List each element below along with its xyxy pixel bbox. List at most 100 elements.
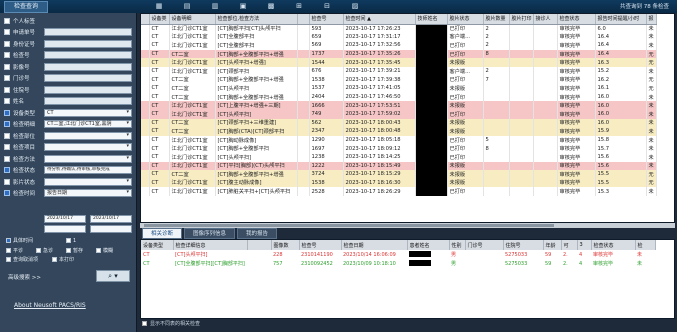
table-row[interactable]: CT CT二室 [CT]胸部+全腹部平扫+增强 3724 2023-10-17 18:1… xyxy=(141,170,657,179)
column-header[interactable]: 性别 xyxy=(449,240,466,250)
option-checkbox[interactable] xyxy=(6,238,11,243)
filter-checkbox[interactable] xyxy=(4,86,10,93)
table-row[interactable]: CT CT二室 [CT]头颅平扫 1537 2023-10-17 17:41:05 未报版… xyxy=(141,84,657,93)
option-checkbox[interactable] xyxy=(52,257,57,262)
filter-checkbox[interactable] xyxy=(4,178,10,185)
filter-checkbox[interactable] xyxy=(4,75,10,81)
date-to-input[interactable]: 2023/10/17 xyxy=(90,215,132,223)
filter-checkbox[interactable] xyxy=(4,17,10,24)
related-row[interactable]: CT [CT]头颅平扫] 228 2310141190 2023/10/14 16:06… xyxy=(141,250,655,259)
table-row[interactable]: CT CT二室 [CT]胸部+全腹部平扫+增强 1737 2023-10-17 17:3… xyxy=(141,49,657,59)
show-all-related-option[interactable]: 显示不同表的相关检查 xyxy=(142,320,200,327)
option-checkbox[interactable] xyxy=(6,248,11,253)
filter-select[interactable] xyxy=(44,143,132,151)
column-header[interactable] xyxy=(247,240,272,250)
table-row[interactable]: CT CT二室 [CT]颈部平扫+三维重建] 562 2023-10-17 18:00:… xyxy=(141,118,657,128)
table-row[interactable]: CT CT二室 [CT]胸部+全腹部平扫+增强 2404 2023-10-17 17:4… xyxy=(141,92,657,102)
filter-checkbox[interactable] xyxy=(4,121,10,127)
column-header[interactable]: 设备明细 xyxy=(169,14,216,25)
filter-input[interactable] xyxy=(44,39,132,48)
column-header[interactable]: 胶片打印 xyxy=(509,14,534,25)
table-row[interactable]: CT 江北门诊CT1室 [CT]腹主动脉成像] 1538 2023-10-17 18:1… xyxy=(141,178,657,188)
filter-input[interactable] xyxy=(44,62,132,71)
option-item[interactable]: 平诊 xyxy=(6,247,23,254)
filter-input[interactable] xyxy=(44,28,132,36)
column-header[interactable]: 检查号 xyxy=(299,240,342,250)
filter-select[interactable]: 报告日期 xyxy=(44,189,132,197)
filter-checkbox[interactable] xyxy=(4,155,10,162)
column-header[interactable]: 检查号 xyxy=(309,14,344,25)
option-checkbox[interactable] xyxy=(66,238,71,243)
column-header[interactable]: 检查日期 xyxy=(341,240,408,250)
column-header[interactable] xyxy=(141,14,150,25)
tab-2[interactable]: 我的报告 xyxy=(237,228,278,239)
filter-checkbox[interactable] xyxy=(4,109,10,116)
option-item[interactable]: 查询取消项 xyxy=(6,256,38,263)
column-header[interactable]: 患者姓名 xyxy=(407,240,450,250)
table-row[interactable]: CT 江北门诊CT1室 [CT]头颅平扫+增强] 1544 2023-10-17 17:… xyxy=(141,58,657,67)
advanced-search-link[interactable]: 高级搜索 >> xyxy=(8,273,41,281)
column-header[interactable]: 检查状态 xyxy=(557,14,596,25)
toolbar-button[interactable]: ▤ xyxy=(178,1,196,12)
filter-input[interactable] xyxy=(44,51,132,59)
time-to-input[interactable] xyxy=(90,225,132,233)
option-checkbox[interactable] xyxy=(96,248,101,253)
about-link[interactable]: About Neusoft PACS/RIS xyxy=(14,302,86,309)
filter-select[interactable]: CT二室,江北门诊CT1室,黑阴 xyxy=(44,120,132,128)
toolbar-button[interactable]: ▩ xyxy=(262,1,280,12)
column-header[interactable]: 胶片状态 xyxy=(447,14,484,25)
filter-select[interactable] xyxy=(44,131,132,140)
toolbar-button[interactable]: ⊟ xyxy=(318,1,336,12)
tab-exam-query[interactable]: 检查查询 xyxy=(4,1,48,13)
option-checkbox[interactable] xyxy=(36,248,41,253)
column-header[interactable]: 检查状态 xyxy=(591,240,636,250)
option-item[interactable]: 本打印 xyxy=(52,256,74,263)
table-row[interactable]: CT CT二室 [CT]胸部+全腹部平扫+增强 1538 2023-10-17 17:3… xyxy=(141,75,657,85)
filter-checkbox[interactable] xyxy=(4,40,10,47)
column-header[interactable]: 3 xyxy=(577,240,592,250)
option-item[interactable]: 1 xyxy=(66,237,76,244)
column-header[interactable]: 检查时间 ▲ xyxy=(343,14,416,25)
filter-select[interactable]: CT xyxy=(44,108,132,117)
filter-checkbox[interactable] xyxy=(4,52,10,58)
filter-checkbox[interactable] xyxy=(4,29,10,35)
filter-text[interactable]: 待分析,待确认,待审核,审核完成 xyxy=(44,166,132,174)
filter-checkbox[interactable] xyxy=(4,63,10,70)
option-item[interactable]: 具体时间 xyxy=(6,237,33,244)
column-header[interactable]: 接诊人 xyxy=(533,14,558,25)
related-row[interactable]: CT [CT]全腹部平扫][CT]胸部平扫] 757 2310092452 2023/1… xyxy=(141,259,655,268)
column-header[interactable] xyxy=(297,14,310,25)
column-header[interactable]: 报告时间提醒/小时 xyxy=(595,14,647,25)
table-row[interactable]: CT CT二室 [CT]胸部(CTA)[CT]颈部平扫 2347 2023-10-17 … xyxy=(141,127,657,136)
tab-0[interactable]: 相关诊断 xyxy=(142,228,183,239)
date-from-input[interactable]: 2023/10/17 xyxy=(44,215,86,223)
column-header[interactable]: 检查详细信息 xyxy=(173,240,248,250)
toolbar-button[interactable]: ▣ xyxy=(234,1,252,12)
column-header[interactable]: 可 xyxy=(561,240,578,250)
table-row[interactable]: CT 江北门诊CT1室 [CT]肺脏关平扫+[CT]头颅平扫 2528 2023-10-… xyxy=(141,187,657,196)
table-row[interactable]: CT 江北门诊CT1室 [CT]头颅平扫] 1238 2023-10-17 18:14:… xyxy=(141,152,657,162)
search-button[interactable]: ⌕ ▾ xyxy=(96,270,130,282)
table-row[interactable]: CT 江北门诊CT1室 [CT]全腹部平扫 659 2023-10-17 17:31:1… xyxy=(141,32,657,42)
toolbar-button[interactable]: ▨ xyxy=(346,1,364,12)
scroll-thumb[interactable] xyxy=(144,224,554,227)
column-header[interactable]: 图像数 xyxy=(271,240,300,250)
column-header[interactable]: 年龄 xyxy=(543,240,562,250)
toolbar-button[interactable]: ▦ xyxy=(150,1,168,12)
option-checkbox[interactable] xyxy=(66,248,71,253)
filter-checkbox[interactable] xyxy=(4,167,10,173)
filter-input[interactable] xyxy=(44,85,132,94)
table-row[interactable]: CT 江北门诊CT1室 [CT]胸动脉成像] 1290 2023-10-17 18:05… xyxy=(141,135,657,145)
filter-checkbox[interactable] xyxy=(4,190,10,196)
column-header[interactable]: 检 xyxy=(635,240,656,250)
option-checkbox[interactable] xyxy=(6,257,11,262)
option-item[interactable]: 模糊 xyxy=(96,247,113,254)
table-row[interactable]: CT 江北门诊CT1室 [CT]头颅平扫] 749 2023-10-17 17:59:0… xyxy=(141,109,657,119)
column-header[interactable]: 门诊号 xyxy=(465,240,504,250)
column-header[interactable]: 检查部位,检查方法 xyxy=(215,14,298,25)
table-row[interactable]: CT 江北门诊CT1室 [CT]全腹部平扫 569 2023-10-17 17:32:5… xyxy=(141,41,657,50)
tab-1[interactable]: 图像序列信息 xyxy=(184,228,236,239)
column-header[interactable]: 报 xyxy=(646,14,657,25)
option-item[interactable]: 急诊 xyxy=(36,247,53,254)
column-header[interactable]: 设备类型 xyxy=(141,240,174,250)
